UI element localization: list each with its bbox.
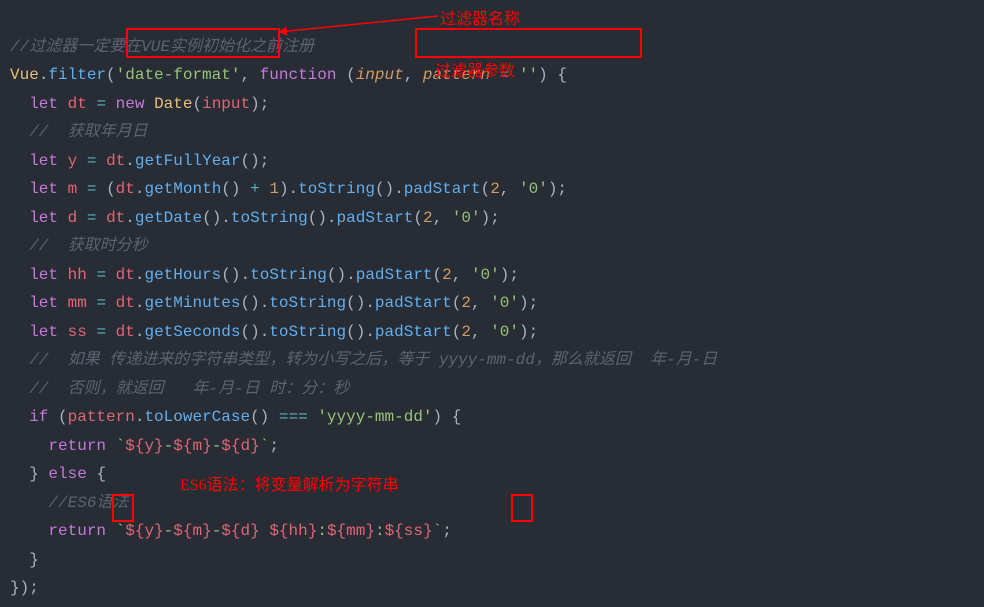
annotation-params: 过滤器参数 bbox=[435, 58, 515, 87]
comment-ymd: // 获取年月日 bbox=[29, 123, 147, 141]
highlight-box-backtick-start bbox=[112, 494, 134, 522]
highlight-box-backtick-end bbox=[511, 494, 533, 522]
comment-hms: // 获取时分秒 bbox=[29, 237, 147, 255]
annotation-es6: ES6语法：将变量解析为字符串 bbox=[180, 472, 399, 501]
vue-class: Vue bbox=[10, 66, 39, 84]
highlight-box-filter-name bbox=[126, 28, 280, 58]
comment-ifdesc1: // 如果 传递进来的字符串类型，转为小写之后，等于 yyyy-mm-dd，那么… bbox=[29, 351, 717, 369]
arrow-icon bbox=[270, 10, 440, 40]
code-editor[interactable]: //过滤器一定要在VUE实例初始化之前注册 Vue.filter('date-f… bbox=[0, 0, 984, 607]
comment-ifdesc2: // 否则，就返回 年-月-日 时：分：秒 bbox=[29, 380, 349, 398]
filter-method: filter bbox=[48, 66, 106, 84]
param-input: input bbox=[356, 66, 404, 84]
function-keyword: function bbox=[260, 66, 337, 84]
filter-name-string: 'date-format' bbox=[116, 66, 241, 84]
annotation-filter-name: 过滤器名称 bbox=[440, 6, 520, 35]
